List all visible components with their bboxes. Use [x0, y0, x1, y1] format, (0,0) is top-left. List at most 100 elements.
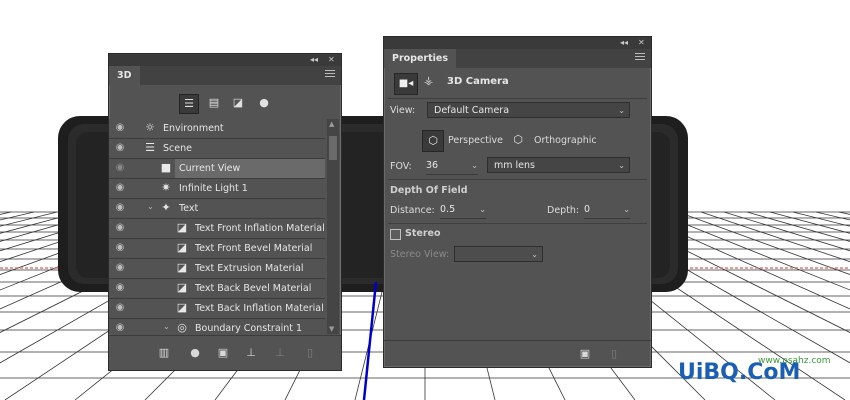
tab-3d[interactable]: 3D [109, 66, 140, 85]
eye-icon[interactable]: ◉ [113, 163, 127, 173]
add-light-icon[interactable]: ● [187, 345, 203, 361]
chevron-down-icon: ⌄ [479, 205, 486, 214]
depth-value: 0 [584, 204, 591, 215]
expand-chevron-icon[interactable]: ⌄ [147, 202, 154, 211]
layer-label: Text Back Bevel Material [195, 283, 312, 294]
camera-icon[interactable]: ■◂ [394, 73, 418, 95]
layer-row[interactable]: ◉ ◪ Text Front Bevel Material [109, 239, 325, 259]
chevron-down-icon: ⌄ [623, 205, 630, 214]
layer-row[interactable]: ◉ ✷ Infinite Light 1 [109, 179, 325, 199]
new-constraint-icon: ⊥ [275, 346, 285, 359]
eye-icon[interactable]: ◉ [113, 143, 127, 153]
layer-label: Current View [175, 159, 325, 178]
material-icon: ◪ [176, 261, 188, 274]
panel-menu-icon[interactable] [325, 70, 335, 79]
filter-bar: ☰ ▤ ◪ ● [109, 85, 341, 119]
layer-label: Text Front Inflation Material [195, 223, 325, 234]
perspective-icon[interactable]: ⬡ [422, 130, 444, 152]
view-dropdown[interactable]: Default Camera ⌄ [427, 102, 630, 118]
scroll-thumb[interactable] [329, 136, 337, 160]
chevron-down-icon: ⌄ [618, 106, 625, 115]
perspective-label[interactable]: Perspective [448, 135, 503, 146]
properties-bottom-bar: ▣ ▯ [384, 340, 651, 367]
distance-label: Distance: [390, 205, 435, 216]
watermark-logo: UiBQ.CoM [678, 360, 801, 385]
eye-icon[interactable]: ◉ [113, 323, 127, 333]
add-mesh-icon[interactable]: ▣ [215, 345, 231, 361]
layer-list: ◉ ☼ Environment ◉ ☰ Scene ◉ ■ Current View ◉ ✷ Infi… [109, 119, 325, 334]
panel-menu-icon[interactable] [635, 53, 645, 62]
view-label: View: [390, 105, 416, 116]
orthographic-icon[interactable]: ⬡ [508, 130, 528, 150]
close-icon[interactable]: ✕ [328, 54, 335, 66]
layer-row[interactable]: ◉ ⌄ ◎ Boundary Constraint 1 [109, 319, 325, 334]
eye-icon[interactable]: ◉ [113, 123, 127, 133]
scroll-up-icon[interactable]: ▲ [329, 120, 334, 128]
stereo-view-dropdown: ⌄ [454, 246, 543, 262]
fov-unit-value: mm lens [494, 160, 535, 171]
panel-tabrow: Properties [384, 49, 651, 68]
constraint-icon: ◎ [177, 321, 187, 334]
close-icon[interactable]: ✕ [638, 37, 645, 49]
fov-unit-dropdown[interactable]: mm lens ⌄ [487, 157, 630, 173]
mesh-icon[interactable]: ⚶ [424, 74, 433, 87]
materials-filter-icon[interactable]: ◪ [229, 94, 247, 112]
eye-icon[interactable]: ◉ [113, 303, 127, 313]
layer-row[interactable]: ◉ ◪ Text Back Inflation Material [109, 299, 325, 319]
chevron-down-icon: ⌄ [471, 161, 478, 170]
render-icon[interactable]: ▥ [156, 345, 172, 361]
layer-row[interactable]: ◉ ☼ Environment [109, 119, 325, 139]
chevron-down-icon: ⌄ [531, 250, 538, 259]
layer-row[interactable]: ◉ ◪ Text Extrusion Material [109, 259, 325, 279]
layer-row[interactable]: ◉ ◪ Text Back Bevel Material [109, 279, 325, 299]
layer-row[interactable]: ◉ ■ Current View [109, 159, 325, 179]
double-chevron-icon[interactable]: ◂◂ [310, 54, 318, 66]
lights-filter-icon[interactable]: ● [255, 94, 273, 112]
eye-icon[interactable]: ◉ [113, 203, 127, 213]
meshes-filter-icon[interactable]: ▤ [205, 94, 223, 112]
trash-icon: ▯ [610, 347, 618, 360]
layer-label: Scene [163, 143, 192, 154]
distance-field[interactable]: 0.5 ⌄ [440, 202, 486, 219]
whole-scene-filter-icon[interactable]: ☰ [179, 94, 199, 114]
layer-row[interactable]: ◉ ⌄ ✦ Text [109, 199, 325, 219]
stereo-checkbox[interactable] [390, 229, 401, 240]
layer-label: Boundary Constraint 1 [195, 323, 303, 334]
properties-title: 3D Camera [447, 76, 509, 87]
layer-label: Text Back Inflation Material [195, 303, 324, 314]
stereo-view-label: Stereo View: [390, 249, 450, 260]
light-icon: ✷ [161, 181, 171, 194]
double-chevron-icon[interactable]: ◂◂ [620, 37, 628, 49]
tab-properties[interactable]: Properties [384, 49, 456, 68]
scroll-down-icon[interactable]: ▼ [329, 325, 334, 333]
layer-row[interactable]: ◉ ☰ Scene [109, 139, 325, 159]
chevron-down-icon: ⌄ [618, 161, 625, 170]
fov-label: FOV: [390, 161, 412, 172]
orthographic-label[interactable]: Orthographic [534, 135, 597, 146]
camera-icon: ■ [160, 161, 172, 174]
drop-to-ground-icon[interactable]: ⊥ [243, 345, 259, 361]
eye-icon[interactable]: ◉ [113, 243, 127, 253]
trash-icon: ▯ [306, 346, 314, 359]
layer-label: Infinite Light 1 [179, 183, 248, 194]
expand-chevron-icon[interactable]: ⌄ [163, 322, 170, 331]
properties-panel: ◂◂ ✕ Properties ■◂ ⚶ 3D Camera View: Def… [383, 36, 652, 368]
material-icon: ◪ [176, 241, 188, 254]
add-mesh-icon[interactable]: ▣ [577, 346, 593, 362]
depth-field[interactable]: 0 ⌄ [584, 202, 630, 219]
layer-row[interactable]: ◉ ◪ Text Front Inflation Material [109, 219, 325, 239]
stereo-label[interactable]: Stereo [405, 228, 440, 239]
layer-scrollbar[interactable]: ▲ ▼ [327, 119, 339, 334]
panel-bottom-bar: ▥ ● ▣ ⊥ ⊥ ▯ [109, 335, 341, 370]
eye-icon[interactable]: ◉ [113, 283, 127, 293]
eye-icon[interactable]: ◉ [113, 263, 127, 273]
layer-label: Text Front Bevel Material [195, 243, 313, 254]
eye-icon[interactable]: ◉ [113, 223, 127, 233]
material-icon: ◪ [176, 221, 188, 234]
panel-tabrow: 3D [109, 66, 341, 85]
layer-label: Environment [163, 123, 224, 134]
eye-icon[interactable]: ◉ [113, 183, 127, 193]
properties-header: ■◂ ⚶ 3D Camera [384, 68, 651, 98]
layer-label: Text Extrusion Material [195, 263, 304, 274]
fov-field[interactable]: 36 ⌄ [426, 158, 478, 175]
